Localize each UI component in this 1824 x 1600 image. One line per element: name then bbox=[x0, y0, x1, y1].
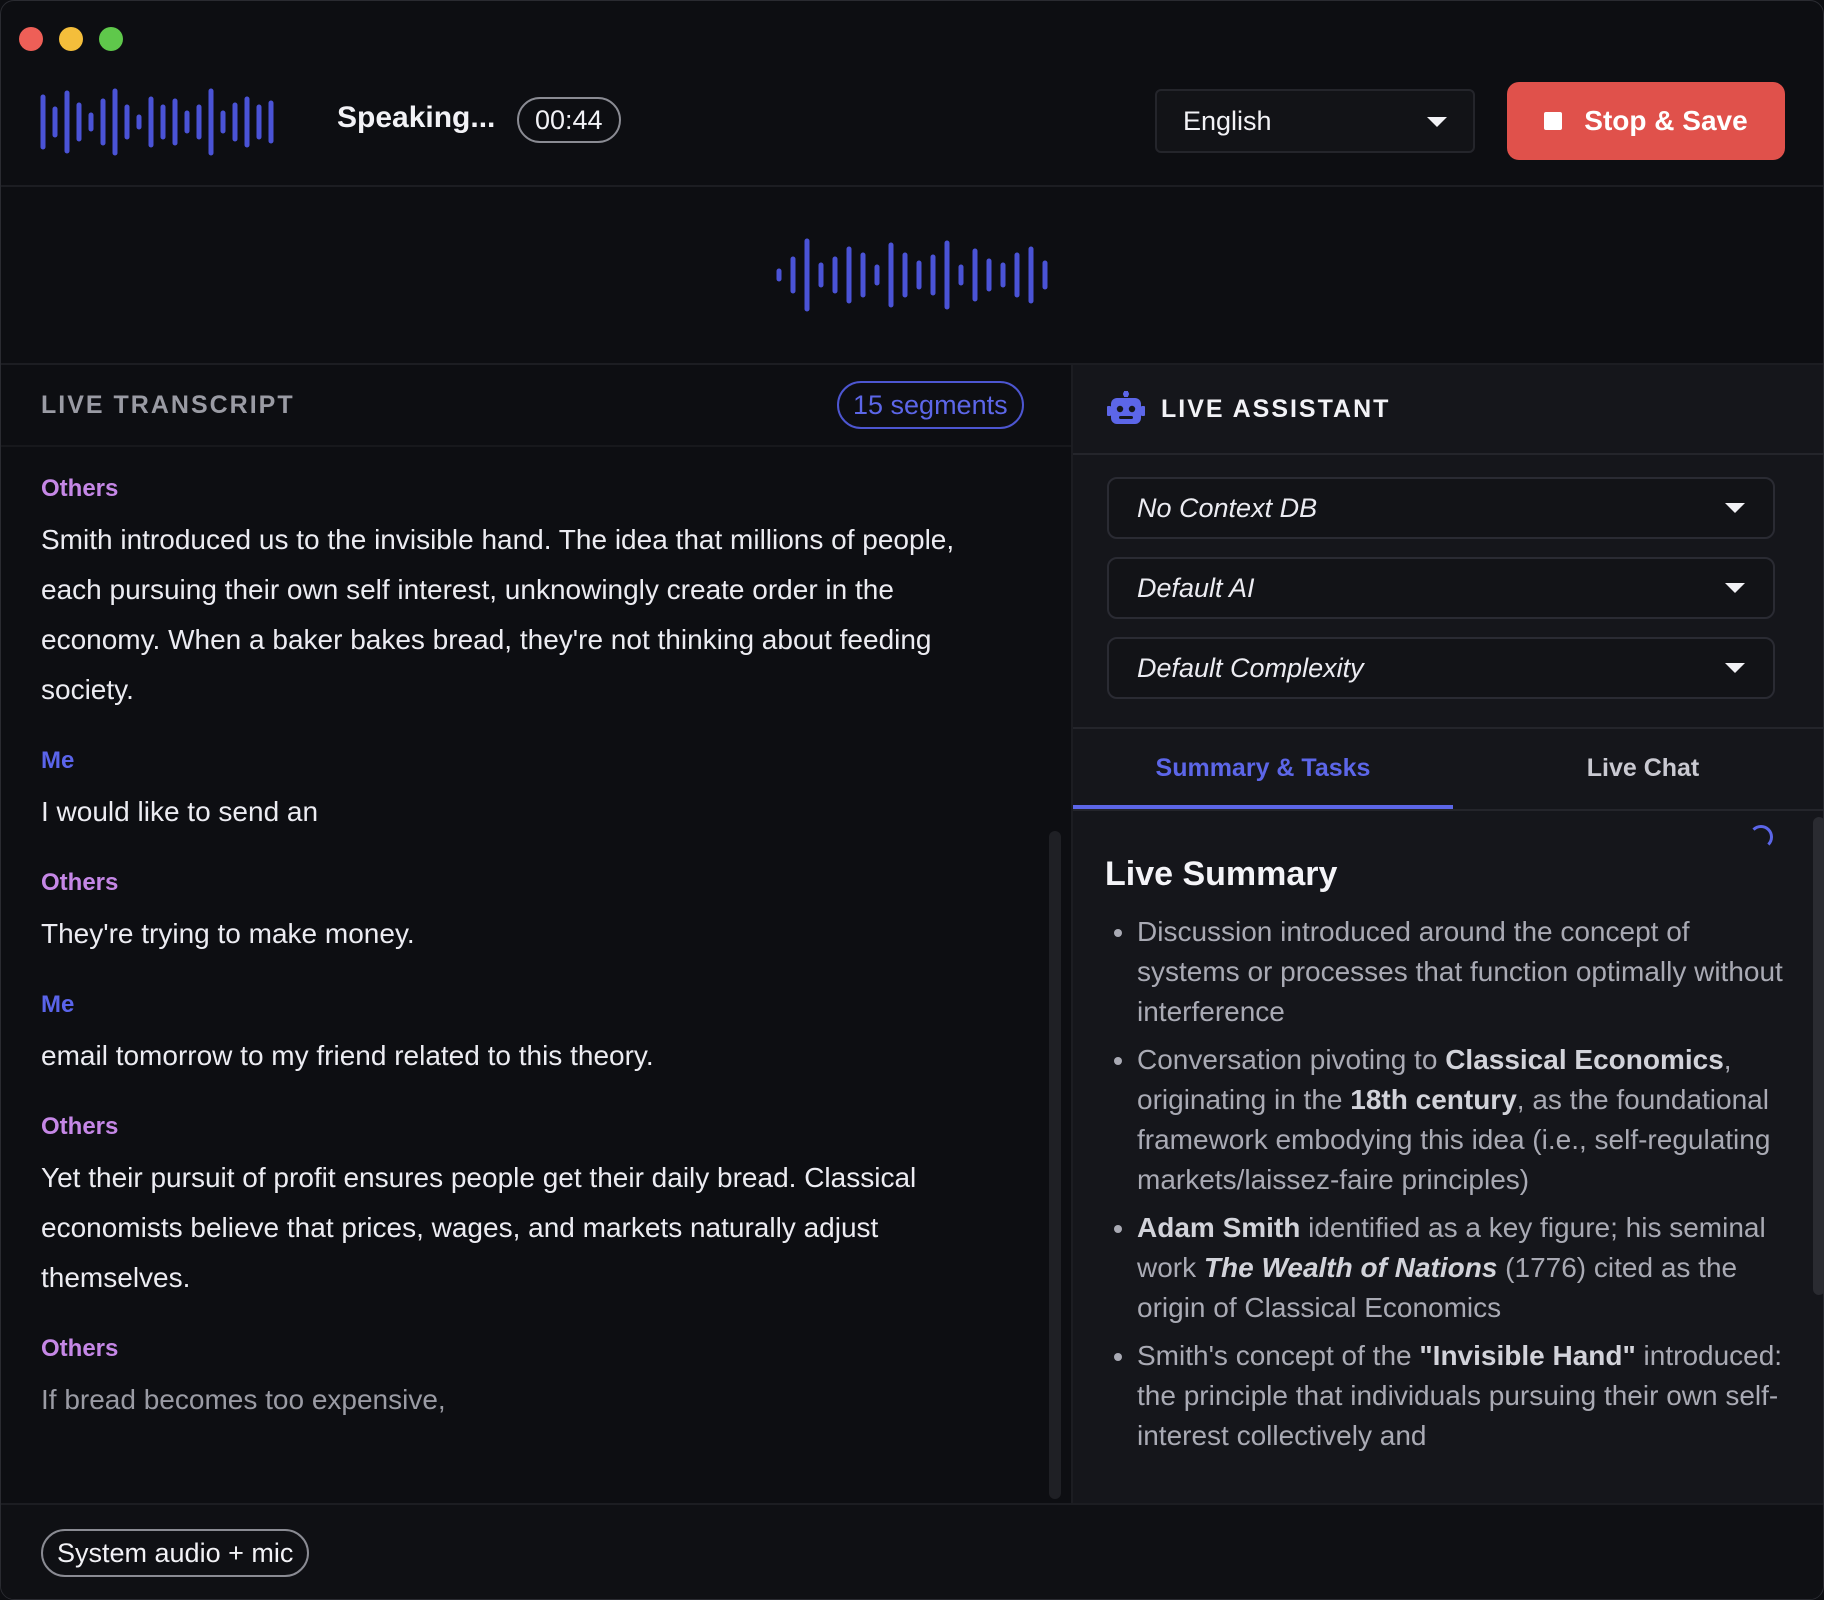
summary-item: Adam Smith identified as a key figure; h… bbox=[1137, 1208, 1795, 1328]
speaker-label: Others bbox=[41, 1113, 119, 1140]
live-waveform-icon bbox=[776, 238, 1048, 312]
transcript-header: LIVE TRANSCRIPT 15 segments bbox=[1, 365, 1071, 447]
speaker-label: Me bbox=[41, 747, 75, 774]
speaking-status: Speaking... bbox=[337, 101, 496, 134]
robot-icon bbox=[1107, 391, 1145, 424]
transcript-segment: Others If bread becomes too expensive, bbox=[41, 1335, 1001, 1425]
assistant-header: LIVE ASSISTANT bbox=[1073, 365, 1823, 455]
maximize-window-button[interactable] bbox=[99, 27, 123, 51]
app-window: Speaking... 00:44 English Stop & Save LI… bbox=[0, 0, 1824, 1600]
summary-item: Conversation pivoting to Classical Econo… bbox=[1137, 1040, 1795, 1200]
summary-item: Discussion introduced around the concept… bbox=[1137, 912, 1795, 1032]
chevron-down-icon bbox=[1725, 503, 1745, 513]
language-select[interactable]: English bbox=[1155, 89, 1475, 153]
context-db-value: No Context DB bbox=[1137, 493, 1318, 523]
transcript-segment: Me email tomorrow to my friend related t… bbox=[41, 991, 1001, 1081]
stop-icon bbox=[1544, 112, 1563, 130]
speaker-label: Me bbox=[41, 991, 75, 1018]
chevron-down-icon bbox=[1725, 663, 1745, 673]
assistant-tabs: Summary & Tasks Live Chat bbox=[1073, 729, 1823, 811]
segment-text: Yet their pursuit of profit ensures peop… bbox=[41, 1162, 917, 1293]
transcript-segment: Me I would like to send an bbox=[41, 747, 1001, 837]
recording-timer: 00:44 bbox=[517, 97, 621, 143]
assistant-title: LIVE ASSISTANT bbox=[1161, 395, 1391, 423]
live-summary: Live Summary Discussion introduced aroun… bbox=[1105, 855, 1795, 1464]
summary-list: Discussion introduced around the concept… bbox=[1105, 912, 1795, 1456]
transcript-title: LIVE TRANSCRIPT bbox=[41, 391, 295, 419]
summary-title: Live Summary bbox=[1105, 855, 1338, 893]
speaker-label: Others bbox=[41, 475, 119, 502]
transcript-segment: Others They're trying to make money. bbox=[41, 869, 1001, 959]
speaker-label: Others bbox=[41, 869, 119, 896]
context-db-select[interactable]: No Context DB bbox=[1107, 477, 1775, 539]
transcript-panel: LIVE TRANSCRIPT 15 segments Others Smith… bbox=[1, 365, 1073, 1503]
transcript-segment: Others Smith introduced us to the invisi… bbox=[41, 475, 1001, 715]
assistant-panel: LIVE ASSISTANT No Context DB Default AI … bbox=[1073, 365, 1823, 1503]
ai-model-select[interactable]: Default AI bbox=[1107, 557, 1775, 619]
complexity-select[interactable]: Default Complexity bbox=[1107, 637, 1775, 699]
ai-model-value: Default AI bbox=[1137, 573, 1255, 603]
summary-scrollbar[interactable] bbox=[1813, 817, 1823, 1295]
window-controls bbox=[19, 27, 123, 51]
transcript-list: Others Smith introduced us to the invisi… bbox=[41, 475, 1001, 1457]
segment-text: If bread becomes too expensive, bbox=[41, 1384, 446, 1415]
transcript-scrollbar[interactable] bbox=[1049, 831, 1061, 1499]
tab-summary-and-tasks[interactable]: Summary & Tasks bbox=[1073, 729, 1453, 809]
segment-text: email tomorrow to my friend related to t… bbox=[41, 1040, 654, 1071]
summary-item: Smith's concept of the "Invisible Hand" … bbox=[1137, 1336, 1795, 1456]
tab-live-chat[interactable]: Live Chat bbox=[1453, 729, 1823, 809]
minimize-window-button[interactable] bbox=[59, 27, 83, 51]
close-window-button[interactable] bbox=[19, 27, 43, 51]
segment-text: Smith introduced us to the invisible han… bbox=[41, 524, 955, 705]
bottom-bar: System audio + mic bbox=[1, 1503, 1823, 1599]
language-value: English bbox=[1183, 106, 1272, 136]
transcript-segment: Others Yet their pursuit of profit ensur… bbox=[41, 1113, 1001, 1303]
segment-count-badge: 15 segments bbox=[837, 381, 1024, 429]
segment-text: They're trying to make money. bbox=[41, 918, 415, 949]
stop-and-save-label: Stop & Save bbox=[1584, 105, 1748, 136]
speaker-label: Others bbox=[41, 1335, 119, 1362]
segment-text: I would like to send an bbox=[41, 796, 319, 827]
chevron-down-icon bbox=[1427, 117, 1447, 127]
top-bar: Speaking... 00:44 English Stop & Save bbox=[1, 73, 1823, 187]
stop-and-save-button[interactable]: Stop & Save bbox=[1507, 82, 1785, 160]
complexity-value: Default Complexity bbox=[1137, 653, 1364, 683]
loading-spinner-icon bbox=[1749, 825, 1773, 849]
audio-level-icon bbox=[40, 88, 274, 156]
audio-source-selector[interactable]: System audio + mic bbox=[41, 1529, 310, 1577]
waveform-area bbox=[1, 187, 1823, 365]
chevron-down-icon bbox=[1725, 583, 1745, 593]
